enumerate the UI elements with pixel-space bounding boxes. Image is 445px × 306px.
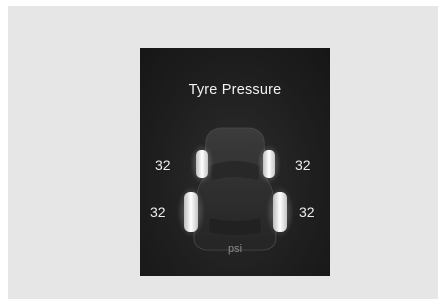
front-left-tyre-icon	[196, 150, 208, 178]
figure-background: Tyre Pressure 32 32 32 32 psi	[8, 6, 438, 299]
front-right-tyre-icon	[263, 150, 275, 178]
pressure-unit: psi	[227, 243, 243, 255]
front-right-pressure: 32	[295, 157, 311, 173]
rear-left-tyre-icon	[184, 192, 198, 232]
tyre-pressure-display: Tyre Pressure 32 32 32 32 psi	[140, 48, 330, 276]
rear-right-pressure: 32	[299, 204, 315, 220]
front-left-pressure: 32	[155, 157, 171, 173]
rear-left-pressure: 32	[150, 204, 166, 220]
rear-right-tyre-icon	[273, 192, 287, 232]
